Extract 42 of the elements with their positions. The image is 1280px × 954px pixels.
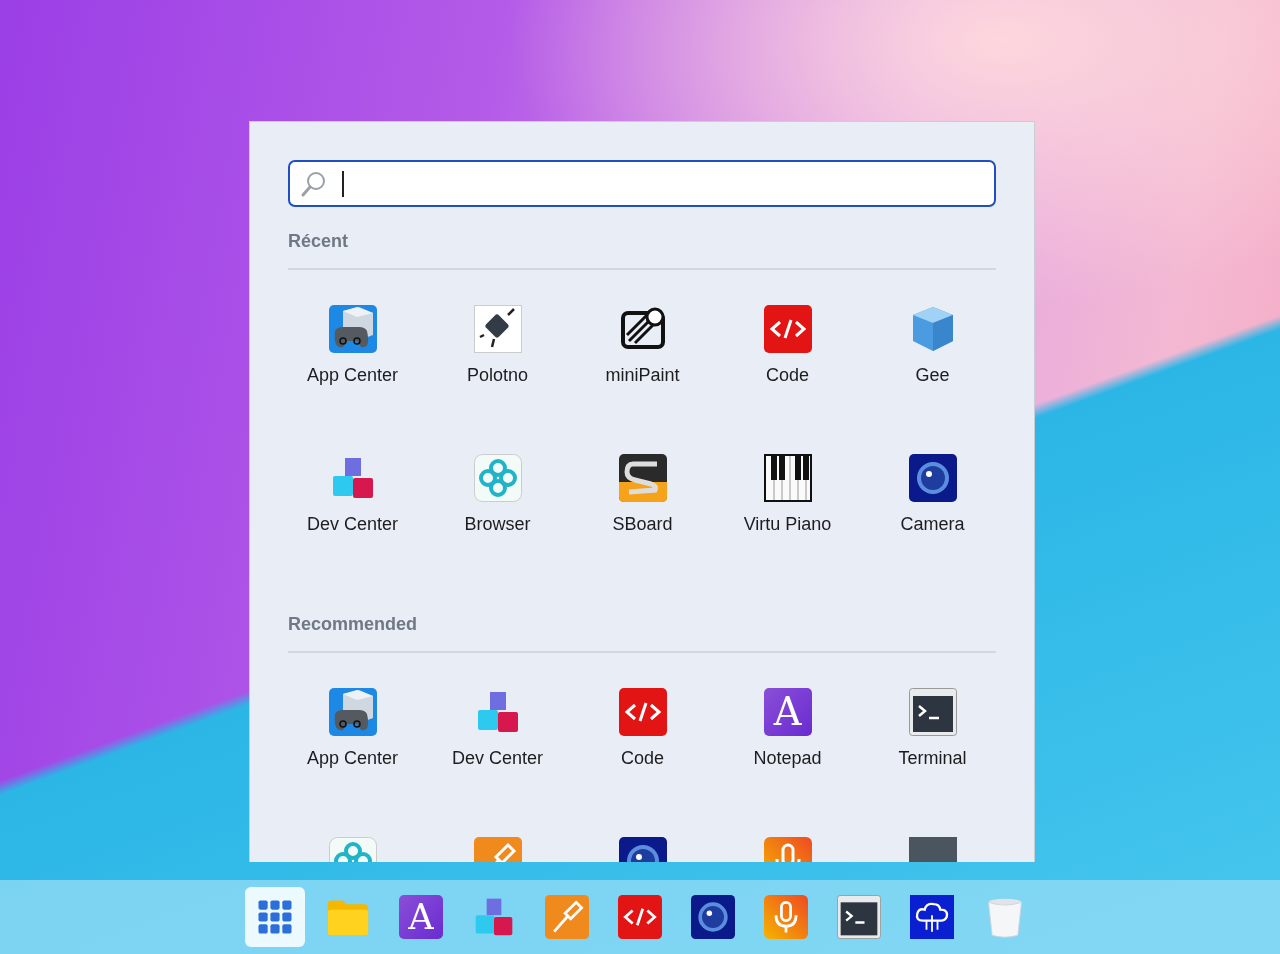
paintbrush-icon [545, 895, 589, 939]
app-label[interactable]: Gee [915, 365, 950, 386]
dock-item[interactable] [615, 892, 665, 942]
app-label[interactable]: Notepad [753, 748, 822, 769]
dock-item[interactable] [245, 887, 305, 947]
search-icon [300, 169, 328, 198]
section-heading: Recommended [288, 613, 419, 635]
camera-lens-icon [908, 454, 957, 502]
app-label[interactable]: Dev Center [306, 514, 398, 535]
code-icon [618, 895, 662, 939]
terminal-icon [837, 895, 881, 939]
microphone-icon [764, 895, 808, 939]
dock-item[interactable] [834, 892, 884, 942]
notepad-icon: A [763, 688, 812, 736]
app-label[interactable]: Terminal [898, 748, 967, 769]
gamepad-icon [328, 688, 377, 736]
s-board-icon [618, 454, 667, 502]
gamepad-icon [328, 305, 377, 353]
app-label[interactable]: Dev Center [451, 748, 543, 769]
plug-icon [473, 305, 522, 353]
app-label[interactable]: Browser [464, 514, 531, 535]
app-label[interactable]: Camera [900, 514, 965, 535]
app-label[interactable]: App Center [306, 365, 399, 386]
cloud-circuit-icon [910, 895, 954, 939]
app-label[interactable]: Code [766, 365, 809, 386]
text-cursor [342, 170, 344, 197]
app-label[interactable]: miniPaint [605, 365, 680, 386]
section-heading: Récent [288, 230, 350, 252]
terminal-icon [908, 688, 957, 736]
search-field[interactable] [288, 160, 996, 207]
dock-item[interactable] [688, 892, 738, 942]
piano-keys-icon [763, 454, 812, 502]
code-icon [618, 688, 667, 736]
code-icon [763, 305, 812, 353]
app-label[interactable]: Virtu Piano [743, 514, 832, 535]
app-label[interactable]: SBoard [612, 514, 673, 535]
app-label[interactable]: Code [621, 748, 664, 769]
dock-item[interactable] [907, 892, 957, 942]
knot-icon [473, 454, 522, 502]
app-label[interactable]: App Center [306, 748, 399, 769]
app-label[interactable]: Polotno [466, 365, 529, 386]
camera-lens-icon [691, 895, 735, 939]
